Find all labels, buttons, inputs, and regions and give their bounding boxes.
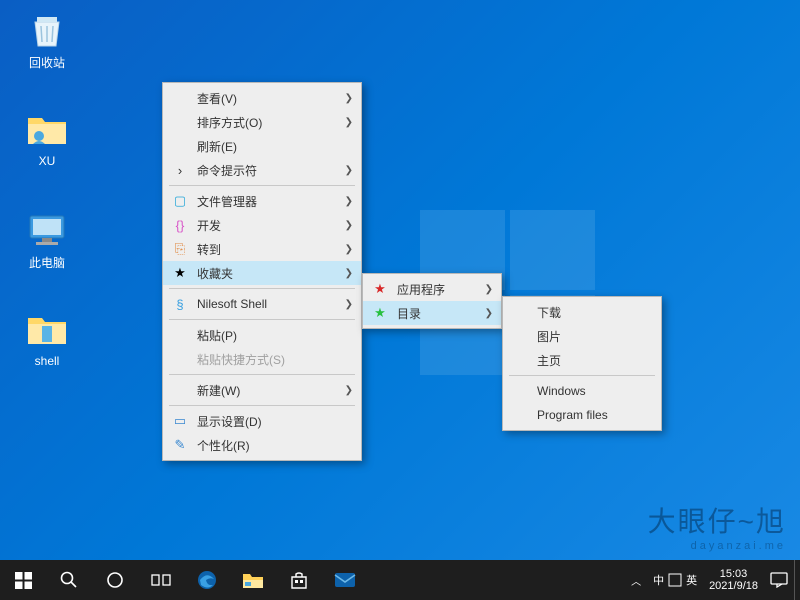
menu-separator: [169, 319, 355, 320]
menu-item-file-manager[interactable]: ▢文件管理器❯: [163, 189, 361, 213]
menu-item-develop[interactable]: {}开发❯: [163, 213, 361, 237]
menu-separator: [169, 288, 355, 289]
desktop-icon-label: shell: [12, 354, 82, 368]
menu-separator: [169, 185, 355, 186]
chevron-right-icon: ❯: [345, 244, 353, 255]
chevron-right-icon: ❯: [345, 196, 353, 207]
folder-icon: [23, 310, 71, 350]
chevron-right-icon: ❯: [345, 165, 353, 176]
menu-item-home[interactable]: 主页: [503, 348, 661, 372]
menu-item-goto[interactable]: ⎘转到❯: [163, 237, 361, 261]
desktop-icon-user-folder[interactable]: XU: [12, 110, 82, 168]
taskbar: ︿ 中 英 15:03 2021/9/18: [0, 560, 800, 600]
tray-action-center-button[interactable]: [764, 560, 794, 600]
chevron-up-icon: ︿: [631, 573, 641, 588]
desktop-icon-label: 回收站: [12, 54, 82, 71]
chevron-right-icon: ❯: [485, 308, 493, 319]
start-button[interactable]: [0, 560, 46, 600]
goto-icon: ⎘: [169, 241, 191, 257]
menu-item-nilesoft[interactable]: §Nilesoft Shell❯: [163, 292, 361, 316]
search-button[interactable]: [46, 560, 92, 600]
mail-icon: [334, 571, 356, 589]
menu-item-refresh[interactable]: 刷新(E): [163, 134, 361, 158]
desktop-icon-label: 此电脑: [12, 254, 82, 271]
star-icon: ★: [169, 265, 191, 281]
chevron-right-icon: ❯: [345, 299, 353, 310]
menu-item-pictures[interactable]: 图片: [503, 324, 661, 348]
tray-show-hidden-button[interactable]: ︿: [625, 560, 647, 600]
menu-item-cmd[interactable]: ›命令提示符❯: [163, 158, 361, 182]
menu-item-new[interactable]: 新建(W)❯: [163, 378, 361, 402]
menu-item-personalize[interactable]: ✎个性化(R): [163, 433, 361, 457]
ime-icon: [668, 573, 682, 587]
tray-clock[interactable]: 15:03 2021/9/18: [703, 560, 764, 600]
task-view-icon: [151, 572, 171, 588]
watermark: 大眼仔~旭 dayanzai.me: [648, 500, 786, 552]
menu-item-display-settings[interactable]: ▭显示设置(D): [163, 409, 361, 433]
taskbar-app-explorer[interactable]: [230, 560, 276, 600]
desktop[interactable]: 回收站 XU 此电脑 shell 查看(V)❯ 排序方式(O)❯ 刷新(E) ›…: [0, 0, 800, 600]
star-icon: ★: [369, 305, 391, 321]
store-icon: [289, 570, 309, 590]
file-manager-icon: ▢: [169, 193, 191, 209]
context-menu-level3: 下载 图片 主页 Windows Program files: [502, 296, 662, 431]
folder-icon: [23, 110, 71, 150]
nilesoft-icon: §: [169, 297, 191, 312]
taskbar-tray: ︿ 中 英 15:03 2021/9/18: [625, 560, 800, 600]
desktop-icon-shell-folder[interactable]: shell: [12, 310, 82, 368]
star-icon: ★: [369, 281, 391, 297]
code-icon: {}: [169, 218, 191, 233]
show-desktop-button[interactable]: [794, 560, 800, 600]
chevron-right-icon: ❯: [345, 93, 353, 104]
context-menu-level1: 查看(V)❯ 排序方式(O)❯ 刷新(E) ›命令提示符❯ ▢文件管理器❯ {}…: [162, 82, 362, 461]
search-icon: [60, 571, 78, 589]
taskbar-app-edge[interactable]: [184, 560, 230, 600]
recycle-bin-icon: [23, 10, 71, 50]
menu-item-paste[interactable]: 粘贴(P): [163, 323, 361, 347]
menu-separator: [169, 374, 355, 375]
menu-item-windows[interactable]: Windows: [503, 379, 661, 403]
tray-ime[interactable]: 中 英: [647, 560, 703, 600]
windows-icon: [15, 572, 32, 589]
paintbrush-icon: ✎: [169, 437, 191, 453]
taskbar-app-store[interactable]: [276, 560, 322, 600]
menu-item-favorites[interactable]: ★收藏夹❯: [163, 261, 361, 285]
this-pc-icon: [23, 210, 71, 250]
tray-date: 2021/9/18: [709, 580, 758, 592]
desktop-icon-recycle-bin[interactable]: 回收站: [12, 10, 82, 71]
task-view-button[interactable]: [138, 560, 184, 600]
menu-separator: [509, 375, 655, 376]
context-menu-level2: ★应用程序❯ ★目录❯: [362, 273, 502, 329]
terminal-icon: ›: [169, 163, 191, 178]
menu-item-downloads[interactable]: 下载: [503, 300, 661, 324]
menu-separator: [169, 405, 355, 406]
menu-item-sort[interactable]: 排序方式(O)❯: [163, 110, 361, 134]
menu-item-view[interactable]: 查看(V)❯: [163, 86, 361, 110]
menu-item-apps[interactable]: ★应用程序❯: [363, 277, 501, 301]
notification-icon: [770, 572, 788, 588]
cortana-button[interactable]: [92, 560, 138, 600]
desktop-icon-this-pc[interactable]: 此电脑: [12, 210, 82, 271]
explorer-icon: [242, 570, 264, 590]
chevron-right-icon: ❯: [485, 284, 493, 295]
tray-time: 15:03: [720, 568, 748, 580]
menu-item-paste-shortcut: 粘贴快捷方式(S): [163, 347, 361, 371]
cortana-icon: [106, 571, 124, 589]
display-icon: ▭: [169, 413, 191, 429]
chevron-right-icon: ❯: [345, 268, 353, 279]
chevron-right-icon: ❯: [345, 385, 353, 396]
menu-item-program-files[interactable]: Program files: [503, 403, 661, 427]
desktop-icon-label: XU: [12, 154, 82, 168]
edge-icon: [196, 569, 218, 591]
taskbar-app-mail[interactable]: [322, 560, 368, 600]
menu-item-directories[interactable]: ★目录❯: [363, 301, 501, 325]
chevron-right-icon: ❯: [345, 117, 353, 128]
chevron-right-icon: ❯: [345, 220, 353, 231]
